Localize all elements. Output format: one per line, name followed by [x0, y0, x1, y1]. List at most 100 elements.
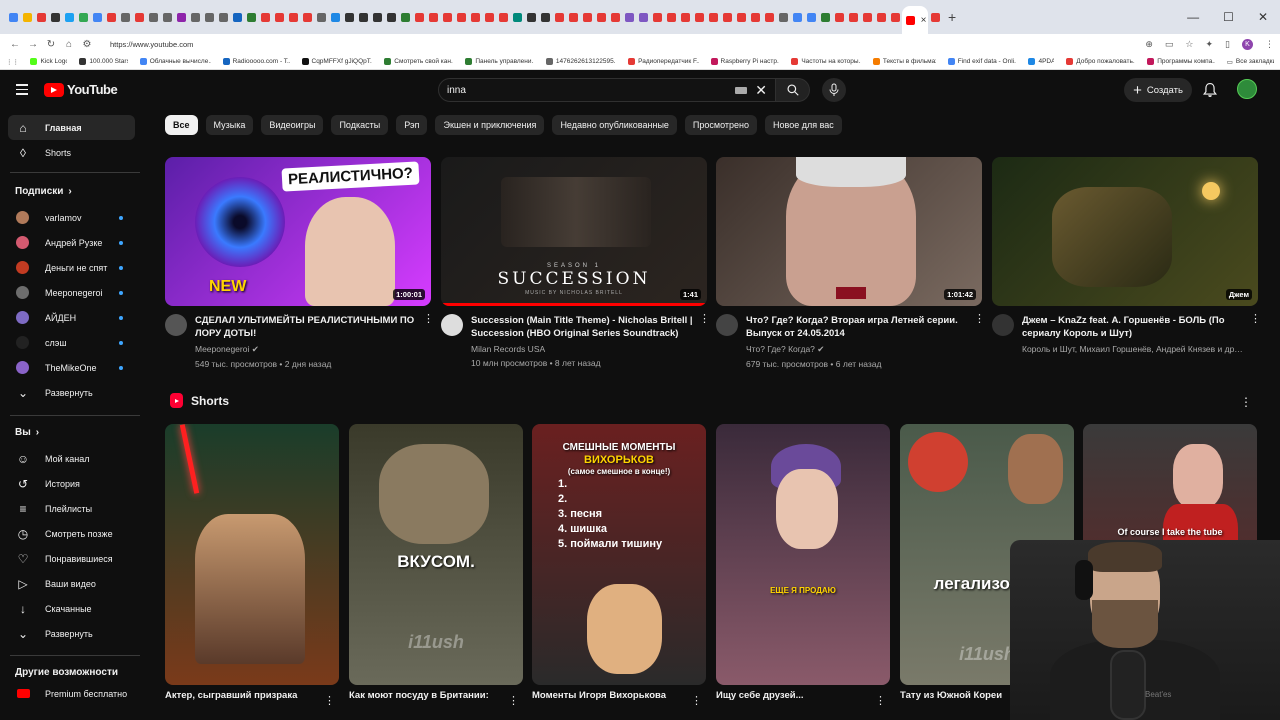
tab-favicon[interactable] — [666, 12, 676, 22]
menu-icon[interactable] — [16, 84, 28, 98]
video-channel[interactable]: Что? Где? Когда? ✔ — [746, 344, 970, 355]
filter-chip[interactable]: Рэп — [396, 115, 428, 135]
filter-chip[interactable]: Видеоигры — [261, 115, 324, 135]
bookmark-item[interactable]: Find exif data - Onli... — [947, 58, 1016, 65]
filter-chip[interactable]: Подкасты — [331, 115, 389, 135]
search-value[interactable]: inna — [447, 85, 735, 96]
sidebar-item-history[interactable]: ↺ История — [8, 471, 135, 496]
clear-search-icon[interactable]: ✕ — [755, 82, 767, 99]
bookmark-item[interactable]: 100.000 Stars — [79, 58, 128, 65]
tab-favicon[interactable] — [442, 12, 452, 22]
more-actions-icon[interactable]: ⋮ — [324, 694, 335, 707]
tab-favicon[interactable] — [246, 12, 256, 22]
sidebar-item-your-videos[interactable]: ▷ Ваши видео — [8, 571, 135, 596]
close-window-icon[interactable]: ✕ — [1258, 10, 1268, 24]
more-actions-icon[interactable]: ⋮ — [1250, 314, 1261, 354]
tab-favicon[interactable] — [610, 12, 620, 22]
all-bookmarks[interactable]: ▭ Все закладки — [1227, 58, 1274, 66]
back-icon[interactable]: ← — [6, 39, 24, 50]
tab-favicon[interactable] — [218, 12, 228, 22]
more-actions-icon[interactable]: ⋮ — [875, 694, 886, 707]
search-button[interactable] — [776, 78, 810, 102]
youtube-logo[interactable]: YouTube — [44, 82, 118, 97]
tab-favicon[interactable] — [568, 12, 578, 22]
tab-favicon[interactable] — [36, 12, 46, 22]
tab-favicon[interactable] — [330, 12, 340, 22]
sidebar-item-expand[interactable]: ⌄ Развернуть — [8, 380, 135, 405]
voice-search-button[interactable] — [822, 78, 846, 102]
tab-favicon[interactable] — [512, 12, 522, 22]
bookmark-item[interactable]: Радиопередатчик F... — [628, 58, 699, 65]
video-thumbnail[interactable]: РЕАЛИСТИЧНО? NEW 1:00:01 — [165, 157, 431, 306]
tab-favicon[interactable] — [78, 12, 88, 22]
subscription-item[interactable]: TheMikeOne — [8, 355, 135, 380]
account-avatar[interactable] — [1237, 79, 1257, 99]
tab-favicon[interactable] — [792, 12, 802, 22]
bookmark-item[interactable]: Тексты в фильмах — [872, 58, 936, 65]
apps-grid-icon[interactable]: ⋮⋮ — [6, 58, 18, 66]
short-thumbnail[interactable] — [165, 424, 339, 685]
video-title[interactable]: Что? Где? Когда? Вторая игра Летней сери… — [746, 314, 970, 340]
tab-favicon[interactable] — [414, 12, 424, 22]
tab-favicon[interactable] — [652, 12, 662, 22]
tab-favicon[interactable] — [526, 12, 536, 22]
bookmark-item[interactable]: Панель управлени... — [465, 58, 534, 65]
video-card[interactable]: 1:01:42 Что? Где? Когда? Вторая игра Летн… — [716, 157, 985, 369]
tab-favicon[interactable] — [162, 12, 172, 22]
video-card[interactable]: РЕАЛИСТИЧНО? NEW 1:00:01 СДЕЛАЛ УЛЬТИМЕЙТЫ … — [165, 157, 434, 369]
filter-chip[interactable]: Все — [165, 115, 198, 135]
tab-favicon[interactable] — [582, 12, 592, 22]
tab-favicon[interactable] — [190, 12, 200, 22]
short-card[interactable]: Актер, сыгравший призрака ⋮ — [165, 424, 339, 707]
tab-favicon[interactable] — [876, 12, 886, 22]
tab-favicon[interactable] — [8, 12, 18, 22]
sidebar-item-home[interactable]: ⌂ Главная — [8, 115, 135, 140]
extensions-icon[interactable]: ✦ — [1206, 39, 1214, 50]
tab-favicon[interactable] — [176, 12, 186, 22]
tab-favicon[interactable] — [540, 12, 550, 22]
tab-favicon[interactable] — [750, 12, 760, 22]
bookmark-item[interactable]: Radiooooo.com - T... — [222, 58, 290, 65]
video-channel[interactable]: Король и Шут, Михаил Горшенёв, Андрей Кн… — [1022, 344, 1246, 354]
tab-favicon[interactable] — [288, 12, 298, 22]
short-title[interactable]: Актер, сыгравший призрака — [165, 690, 339, 701]
sidebar-item-shorts[interactable]: ◊ Shorts — [8, 140, 135, 165]
tab-favicon[interactable] — [372, 12, 382, 22]
subscriptions-heading[interactable]: Подписки › — [15, 186, 72, 197]
tab-favicon[interactable] — [134, 12, 144, 22]
bookmark-item[interactable]: CqpMFFXf gJiQQpT... — [301, 58, 372, 65]
keyboard-icon[interactable] — [735, 86, 748, 94]
tab-favicon[interactable] — [92, 12, 102, 22]
video-title[interactable]: Succession (Main Title Theme) - Nicholas… — [471, 314, 695, 340]
tab-favicon[interactable] — [386, 12, 396, 22]
bookmark-item[interactable]: Частоты на которы... — [791, 58, 861, 65]
tab-favicon[interactable] — [22, 12, 32, 22]
tab-favicon[interactable] — [736, 12, 746, 22]
tab-favicon[interactable] — [232, 12, 242, 22]
more-actions-icon[interactable]: ⋮ — [423, 314, 434, 369]
sidebar-item-watch-later[interactable]: ◷ Смотреть позже — [8, 521, 135, 546]
tab-favicon[interactable] — [820, 12, 830, 22]
you-heading[interactable]: Вы › — [15, 427, 39, 438]
active-tab[interactable]: × — [902, 6, 928, 34]
filter-chip[interactable]: Просмотрено — [684, 115, 758, 135]
sidebar-item-expand[interactable]: ⌄ Развернуть — [8, 621, 135, 646]
channel-avatar[interactable] — [165, 314, 187, 336]
sidebar-item-my-channel[interactable]: ☺ Мой канал — [8, 446, 135, 471]
create-button[interactable]: + Создать — [1124, 78, 1192, 102]
video-card[interactable]: Джем Джем – KnaZz feat. А. Горшенёв - БОЛ… — [992, 157, 1261, 354]
tab-favicon[interactable] — [260, 12, 270, 22]
search-input[interactable]: inna ✕ — [438, 78, 776, 102]
tab-favicon[interactable] — [428, 12, 438, 22]
cast-icon[interactable]: ▭ — [1165, 39, 1174, 50]
reload-icon[interactable]: ↻ — [42, 39, 60, 50]
video-channel[interactable]: Milan Records USA — [471, 344, 695, 354]
bookmark-star-icon[interactable]: ☆ — [1185, 39, 1193, 50]
url-field[interactable]: https://www.youtube.com — [110, 40, 1145, 49]
subscription-item[interactable]: слэш — [8, 330, 135, 355]
sidebar-item-playlists[interactable]: ≡ Плейлисты — [8, 496, 135, 521]
subscription-item[interactable]: varlamov — [8, 205, 135, 230]
browser-profile-avatar[interactable]: K — [1242, 38, 1253, 50]
tab-favicon[interactable] — [498, 12, 508, 22]
tab-favicon[interactable] — [708, 12, 718, 22]
